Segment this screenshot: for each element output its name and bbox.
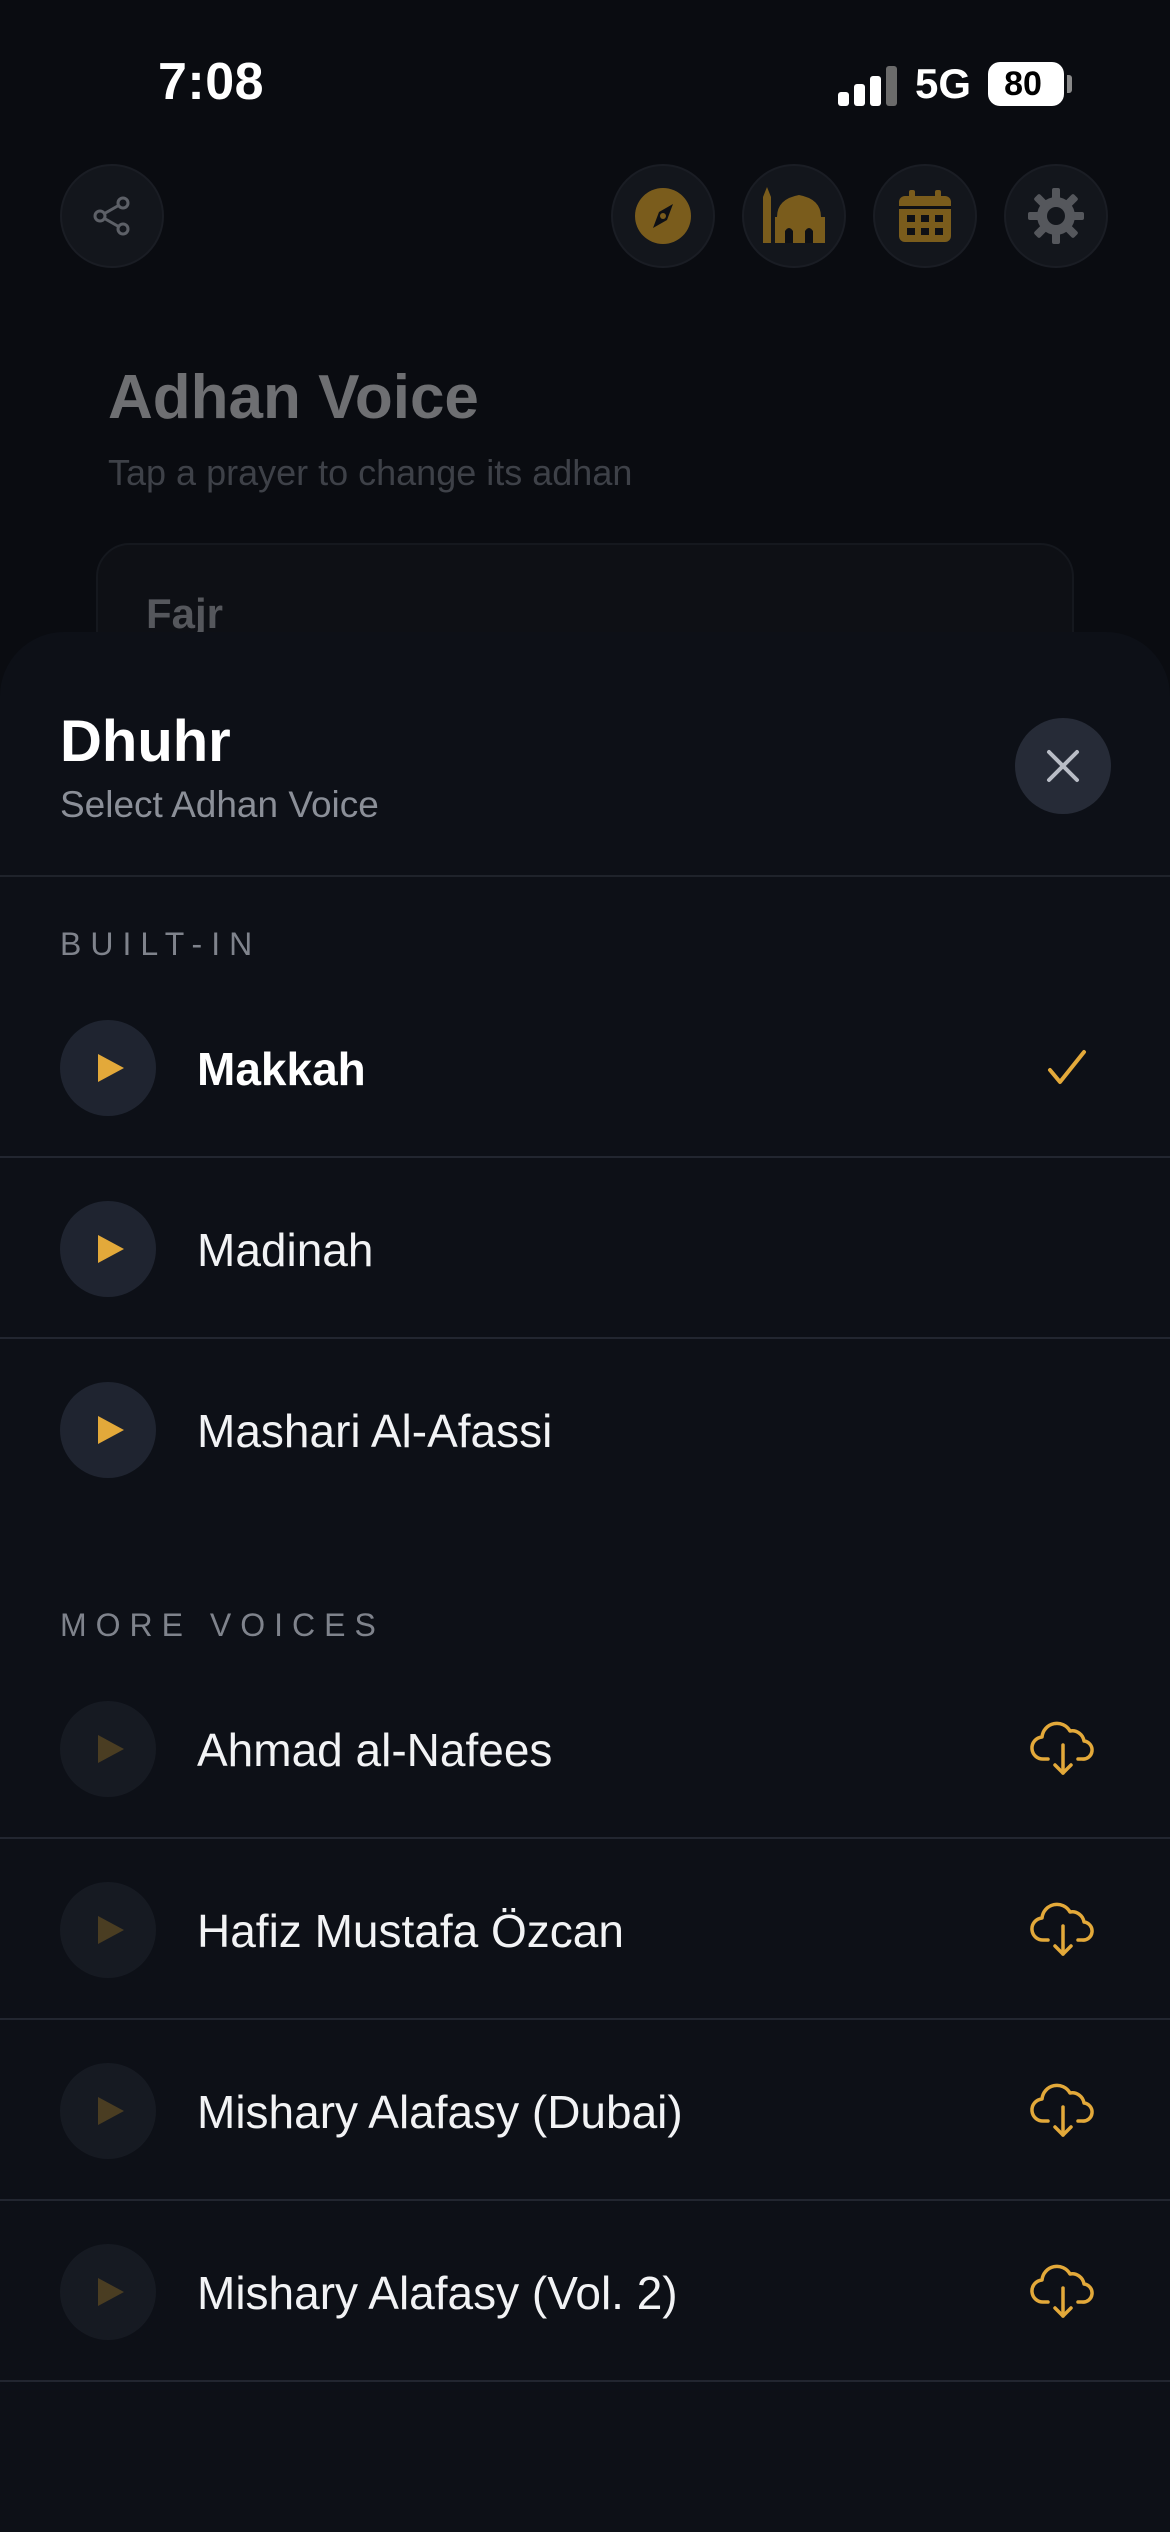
prayer-card-label: Fajr [146, 590, 224, 637]
page-subtitle: Tap a prayer to change its adhan [108, 452, 633, 493]
voice-name: Mishary Alafasy (Dubai) [197, 2086, 683, 2138]
row-divider [0, 2380, 1170, 2382]
settings-icon [1028, 188, 1084, 244]
voice-name: Makkah [197, 1043, 366, 1095]
voice-name: Mishary Alafasy (Vol. 2) [197, 2267, 678, 2319]
play-icon [98, 1735, 124, 1763]
play-button[interactable] [60, 1382, 156, 1478]
play-button-disabled [60, 2244, 156, 2340]
mosque-icon [763, 187, 825, 243]
page-title: Adhan Voice [108, 363, 479, 432]
sheet-divider [0, 875, 1170, 877]
network-label: 5G [915, 60, 972, 107]
play-button-disabled [60, 1882, 156, 1978]
download-button[interactable] [1028, 2260, 1098, 2324]
play-icon [98, 1916, 124, 1944]
section-label-more-voices: MORE VOICES [60, 1607, 385, 1643]
download-cloud-icon [1030, 2264, 1094, 2318]
adhan-voice-sheet: Dhuhr Select Adhan Voice BUILT-IN Makkah [0, 632, 1170, 2532]
sheet-subtitle: Select Adhan Voice [60, 784, 379, 825]
close-button[interactable] [1015, 718, 1111, 814]
settings-button[interactable] [1004, 164, 1108, 268]
status-bar: 7:08 5G 80 [0, 0, 1170, 150]
voice-name: Ahmad al-Nafees [197, 1724, 553, 1776]
qibla-button[interactable] [611, 164, 715, 268]
close-icon [1047, 750, 1079, 782]
selected-indicator [1028, 1036, 1098, 1100]
signal-icon [838, 66, 900, 106]
calendar-icon [899, 190, 951, 242]
compass-icon [635, 188, 691, 244]
check-icon [1048, 1050, 1086, 1084]
status-time: 7:08 [158, 53, 265, 111]
voice-row-makkah[interactable]: Makkah [0, 978, 1170, 1158]
download-cloud-icon [1030, 2083, 1094, 2137]
download-button[interactable] [1028, 1898, 1098, 1962]
play-button-disabled [60, 1701, 156, 1797]
share-button[interactable] [60, 164, 164, 268]
voice-row-hafiz-mustafa-ozcan[interactable]: Hafiz Mustafa Özcan [0, 1840, 1170, 2020]
download-cloud-icon [1030, 1721, 1094, 1775]
voice-row-madinah[interactable]: Madinah [0, 1159, 1170, 1339]
download-button[interactable] [1028, 2079, 1098, 2143]
share-icon [93, 196, 130, 236]
row-divider [0, 2018, 1170, 2020]
download-cloud-icon [1030, 1902, 1094, 1956]
row-divider [0, 1156, 1170, 1158]
voice-row-ahmad-al-nafees[interactable]: Ahmad al-Nafees [0, 1659, 1170, 1839]
voice-row-mishary-alafasy-vol-2[interactable]: Mishary Alafasy (Vol. 2) [0, 2202, 1170, 2382]
play-icon [98, 1235, 124, 1263]
row-divider [0, 1337, 1170, 1339]
voice-row-mashari-al-afassi[interactable]: Mashari Al-Afassi [0, 1340, 1170, 1520]
voice-row-mishary-alafasy-dubai[interactable]: Mishary Alafasy (Dubai) [0, 2021, 1170, 2201]
background-app: 7:08 5G 80 Adhan Voice Tap a prayer to c… [0, 0, 1170, 743]
play-button-disabled [60, 2063, 156, 2159]
mosque-button[interactable] [742, 164, 846, 268]
section-label-built-in: BUILT-IN [60, 926, 262, 962]
play-button[interactable] [60, 1020, 156, 1116]
play-button[interactable] [60, 1201, 156, 1297]
row-divider [0, 1837, 1170, 1839]
play-icon [98, 2097, 124, 2125]
voice-name: Madinah [197, 1224, 374, 1276]
download-button[interactable] [1028, 1717, 1098, 1781]
play-icon [98, 1416, 124, 1444]
battery-icon: 80 [988, 62, 1064, 106]
voice-name: Hafiz Mustafa Özcan [197, 1905, 624, 1957]
voice-name: Mashari Al-Afassi [197, 1405, 553, 1457]
row-divider [0, 2199, 1170, 2201]
battery-cap [1067, 75, 1072, 93]
screen: 7:08 5G 80 Adhan Voice Tap a prayer to c… [0, 0, 1170, 2532]
play-icon [98, 1054, 124, 1082]
calendar-button[interactable] [873, 164, 977, 268]
sheet-title: Dhuhr [60, 709, 231, 774]
play-icon [98, 2278, 124, 2306]
